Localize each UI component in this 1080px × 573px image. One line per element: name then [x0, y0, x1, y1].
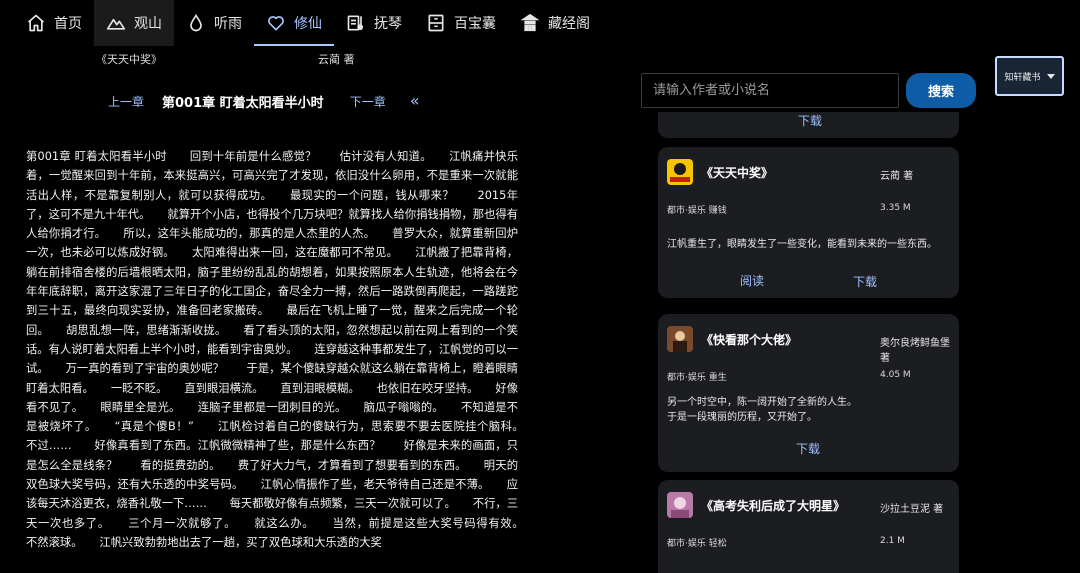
download-button[interactable]: 下载 [853, 273, 877, 290]
book-cover-image[interactable] [667, 492, 693, 518]
card-tags: 都市·娱乐 轻松 [667, 539, 727, 549]
card-title[interactable]: 《快看那个大佬》 [701, 331, 797, 348]
book-meta: 《天天中奖》 云蔺 著 [0, 51, 640, 67]
mountain-icon [106, 18, 126, 30]
cover-art [667, 492, 693, 518]
result-card-partial: 下载 [658, 112, 959, 138]
search-results: 下载 《天天中奖》 云蔺 著 都市·娱乐 赚钱 3.35 M 江帆重生了，眼睛发… [658, 112, 959, 573]
card-size: 4.05 M [880, 370, 911, 380]
cover-banner [670, 177, 690, 182]
double-chevron-left-icon[interactable]: « [410, 93, 420, 109]
cover-art [667, 159, 693, 185]
card-author: 云蔺 著 [880, 171, 914, 182]
card-author: 奥尔良烤鲟鱼堡 著 [880, 338, 950, 364]
reader-book-title: 《天天中奖》 [96, 53, 162, 66]
raindrop-icon [190, 13, 202, 32]
nav-label-guanshan: 观山 [134, 16, 162, 32]
card-title[interactable]: 《天天中奖》 [701, 164, 773, 181]
nav-item-home[interactable]: 首页 [14, 0, 94, 46]
result-card: 《高考失利后成了大明星》 沙拉土豆泥 著 都市·娱乐 轻松 2.1 M [658, 480, 959, 573]
reader-book-author: 云蔺 著 [318, 53, 355, 66]
chapter-nav: 上一章 第001章 盯着太阳看半小时 下一章 « [108, 92, 420, 111]
card-description: 另一个时空中，陈一阔开始了全新的人生。 于是一段瑰丽的历程，又开始了。 [667, 397, 857, 423]
read-button[interactable]: 阅读 [740, 272, 764, 289]
card-tags: 都市·娱乐 重生 [667, 373, 727, 383]
download-button[interactable]: 下载 [798, 112, 822, 129]
cover-body [673, 341, 687, 352]
card-title[interactable]: 《高考失利后成了大明星》 [701, 497, 845, 514]
nav-label-xiuxian: 修仙 [294, 16, 322, 32]
storage-box-icon [428, 14, 444, 32]
nav-item-xiuxian[interactable]: 修仙 [254, 0, 334, 46]
card-header: 《高考失利后成了大明星》 [667, 492, 845, 518]
nav-label-tingyu: 听雨 [214, 16, 242, 32]
caret-down-icon [1046, 73, 1055, 79]
nav-item-baibaonang[interactable]: 百宝囊 [414, 0, 508, 46]
result-card: 《快看那个大佬》 奥尔良烤鲟鱼堡 著 都市·娱乐 重生 4.05 M 另一个时空… [658, 314, 959, 472]
source-select[interactable]: 知轩藏书 [995, 56, 1064, 96]
nav-item-cangjingge[interactable]: 藏经阁 [508, 0, 602, 46]
prev-chapter-link[interactable]: 上一章 [108, 93, 144, 110]
heart-icon [268, 16, 284, 31]
nav-label-home: 首页 [54, 16, 82, 32]
card-size: 3.35 M [880, 203, 911, 213]
chapter-title: 第001章 盯着太阳看半小时 [162, 95, 324, 111]
search-input[interactable] [641, 73, 899, 108]
nav-label-baibaonang: 百宝囊 [454, 16, 496, 32]
card-header: 《快看那个大佬》 [667, 326, 797, 352]
card-size: 2.1 M [880, 536, 905, 546]
card-tags: 都市·娱乐 赚钱 [667, 206, 727, 216]
home-icon [27, 14, 45, 32]
card-description: 江帆重生了，眼睛发生了一些变化，能看到未来的一些东西。 [667, 239, 937, 250]
book-cover-image[interactable] [667, 159, 693, 185]
top-nav: 首页 观山 听雨 修仙 抚琴 百宝囊 藏经阁 [0, 0, 640, 46]
result-card: 《天天中奖》 云蔺 著 都市·娱乐 赚钱 3.35 M 江帆重生了，眼睛发生了一… [658, 147, 959, 298]
nav-item-guanshan[interactable]: 观山 [94, 0, 174, 46]
chapter-content: 第001章 盯着太阳看半小时 回到十年前是什么感觉？ 估计没有人知道。 江帆痛并… [26, 150, 518, 549]
search-button[interactable]: 搜索 [906, 73, 976, 108]
cover-art [667, 326, 693, 352]
cover-figure [675, 331, 685, 341]
source-select-label: 知轩藏书 [1004, 72, 1041, 83]
nav-item-fuqin[interactable]: 抚琴 [334, 0, 414, 46]
nav-item-tingyu[interactable]: 听雨 [174, 0, 254, 46]
nav-label-fuqin: 抚琴 [374, 16, 402, 32]
book-cover-image[interactable] [667, 326, 693, 352]
card-header: 《天天中奖》 [667, 159, 773, 185]
cover-figure [674, 497, 686, 509]
next-chapter-link[interactable]: 下一章 [350, 93, 386, 110]
download-button[interactable]: 下载 [796, 440, 820, 457]
music-note-icon [347, 15, 364, 31]
cover-figure [674, 163, 686, 175]
card-author: 沙拉土豆泥 著 [880, 504, 944, 515]
pavilion-icon [520, 13, 540, 32]
nav-label-cangjingge: 藏经阁 [548, 16, 590, 32]
cover-body [671, 510, 689, 518]
